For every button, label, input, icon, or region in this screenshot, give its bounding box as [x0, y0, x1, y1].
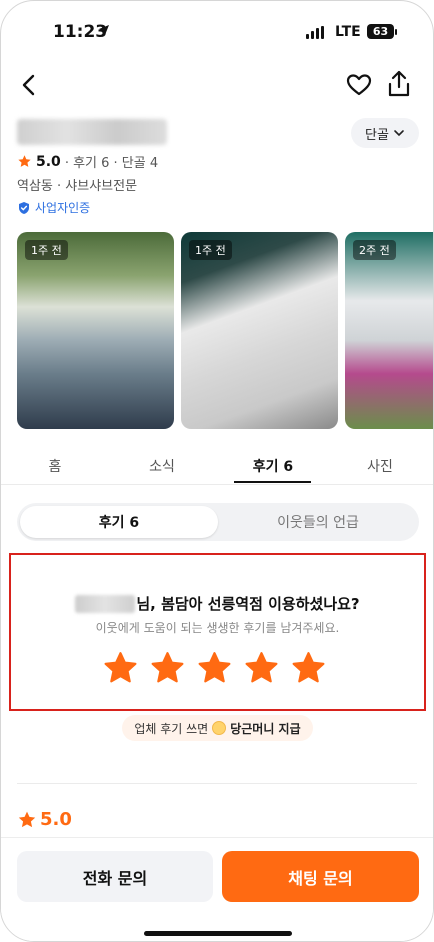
star-icon [18, 811, 36, 827]
reward-prefix: 업체 후기 쓰면 [134, 721, 209, 736]
top-nav [1, 67, 433, 103]
rating-star-3-icon[interactable] [197, 651, 232, 686]
active-tab-indicator [234, 481, 311, 483]
battery-icon: 63 [367, 24, 394, 39]
bottom-action-bar: 전화 문의 채팅 문의 [1, 837, 433, 941]
review-prompt-text: 님, 봄담아 선릉역점 이용하셨나요? [136, 595, 360, 613]
regular-button[interactable]: 단골 [351, 118, 419, 148]
store-name-blurred [17, 119, 167, 145]
rating-line: 5.0 · 후기 6 · 단골 4 [17, 152, 158, 171]
section-divider [17, 783, 417, 784]
photo-age-badge: 1주 전 [189, 240, 232, 260]
karrot-coin-icon [212, 721, 227, 735]
back-arrow-icon[interactable] [15, 71, 43, 99]
network-label: LTE [335, 24, 361, 40]
review-segment-control: 후기 6 이웃들의 언급 [17, 503, 419, 541]
photo-carousel[interactable]: 1주 전 1주 전 2주 전 [17, 232, 433, 429]
tab-home[interactable]: 홈 [15, 456, 95, 476]
star-icon [18, 155, 31, 167]
photo-age-badge: 1주 전 [25, 240, 68, 260]
signal-icon [306, 26, 324, 39]
app-frame: 11:23 LTE 63 단골 5.0 · 후기 6 · 단골 4 역삼동 · … [0, 0, 434, 942]
tab-photos[interactable]: 사진 [340, 456, 420, 476]
segment-mentions[interactable]: 이웃들의 언급 [220, 506, 416, 538]
overall-score-value: 5.0 [40, 809, 72, 830]
tab-bar: 홈 소식 후기 6 사진 [1, 446, 433, 485]
tab-reviews[interactable]: 후기 6 [233, 456, 313, 476]
photo-age-badge: 2주 전 [353, 240, 396, 260]
chat-button[interactable]: 채팅 문의 [222, 851, 419, 902]
regular-button-label: 단골 [365, 127, 389, 143]
heart-icon[interactable] [345, 71, 373, 99]
location-arrow-icon [99, 25, 109, 35]
review-prompt-title: 님, 봄담아 선릉역점 이용하셨나요? [11, 593, 424, 614]
rating-meta: · 후기 6 · 단골 4 [64, 156, 159, 171]
status-bar: 11:23 LTE 63 [1, 1, 433, 61]
chevron-down-icon [394, 130, 404, 137]
store-photo[interactable]: 1주 전 [181, 232, 338, 429]
reward-highlight: 당근머니 지급 [230, 721, 301, 736]
rating-star-4-icon[interactable] [244, 651, 279, 686]
store-photo[interactable]: 2주 전 [345, 232, 433, 429]
rating-value: 5.0 [36, 153, 61, 170]
battery-cap [395, 29, 397, 35]
overall-score: 5.0 [17, 809, 72, 830]
rating-star-5-icon[interactable] [291, 651, 326, 686]
review-prompt-subtitle: 이웃에게 도움이 되는 생생한 후기를 남겨주세요. [95, 621, 340, 635]
verified-badge: 사업자인증 [17, 199, 90, 216]
tab-news[interactable]: 소식 [122, 456, 202, 476]
rating-star-2-icon[interactable] [150, 651, 185, 686]
store-category: 역삼동 · 샤브샤브전문 [17, 179, 138, 194]
star-rating-input [103, 651, 326, 686]
store-photo[interactable]: 1주 전 [17, 232, 174, 429]
reward-pill: 업체 후기 쓰면 당근머니 지급 [122, 715, 313, 741]
write-review-prompt: 님, 봄담아 선릉역점 이용하셨나요? 이웃에게 도움이 되는 생생한 후기를 … [9, 553, 426, 711]
verified-label: 사업자인증 [35, 201, 91, 215]
nickname-blurred [75, 594, 136, 613]
rating-star-1-icon[interactable] [103, 651, 138, 686]
call-button[interactable]: 전화 문의 [17, 851, 213, 902]
home-indicator [144, 931, 292, 936]
verified-shield-icon [19, 201, 29, 214]
share-icon[interactable] [385, 69, 413, 99]
segment-reviews[interactable]: 후기 6 [20, 506, 218, 538]
